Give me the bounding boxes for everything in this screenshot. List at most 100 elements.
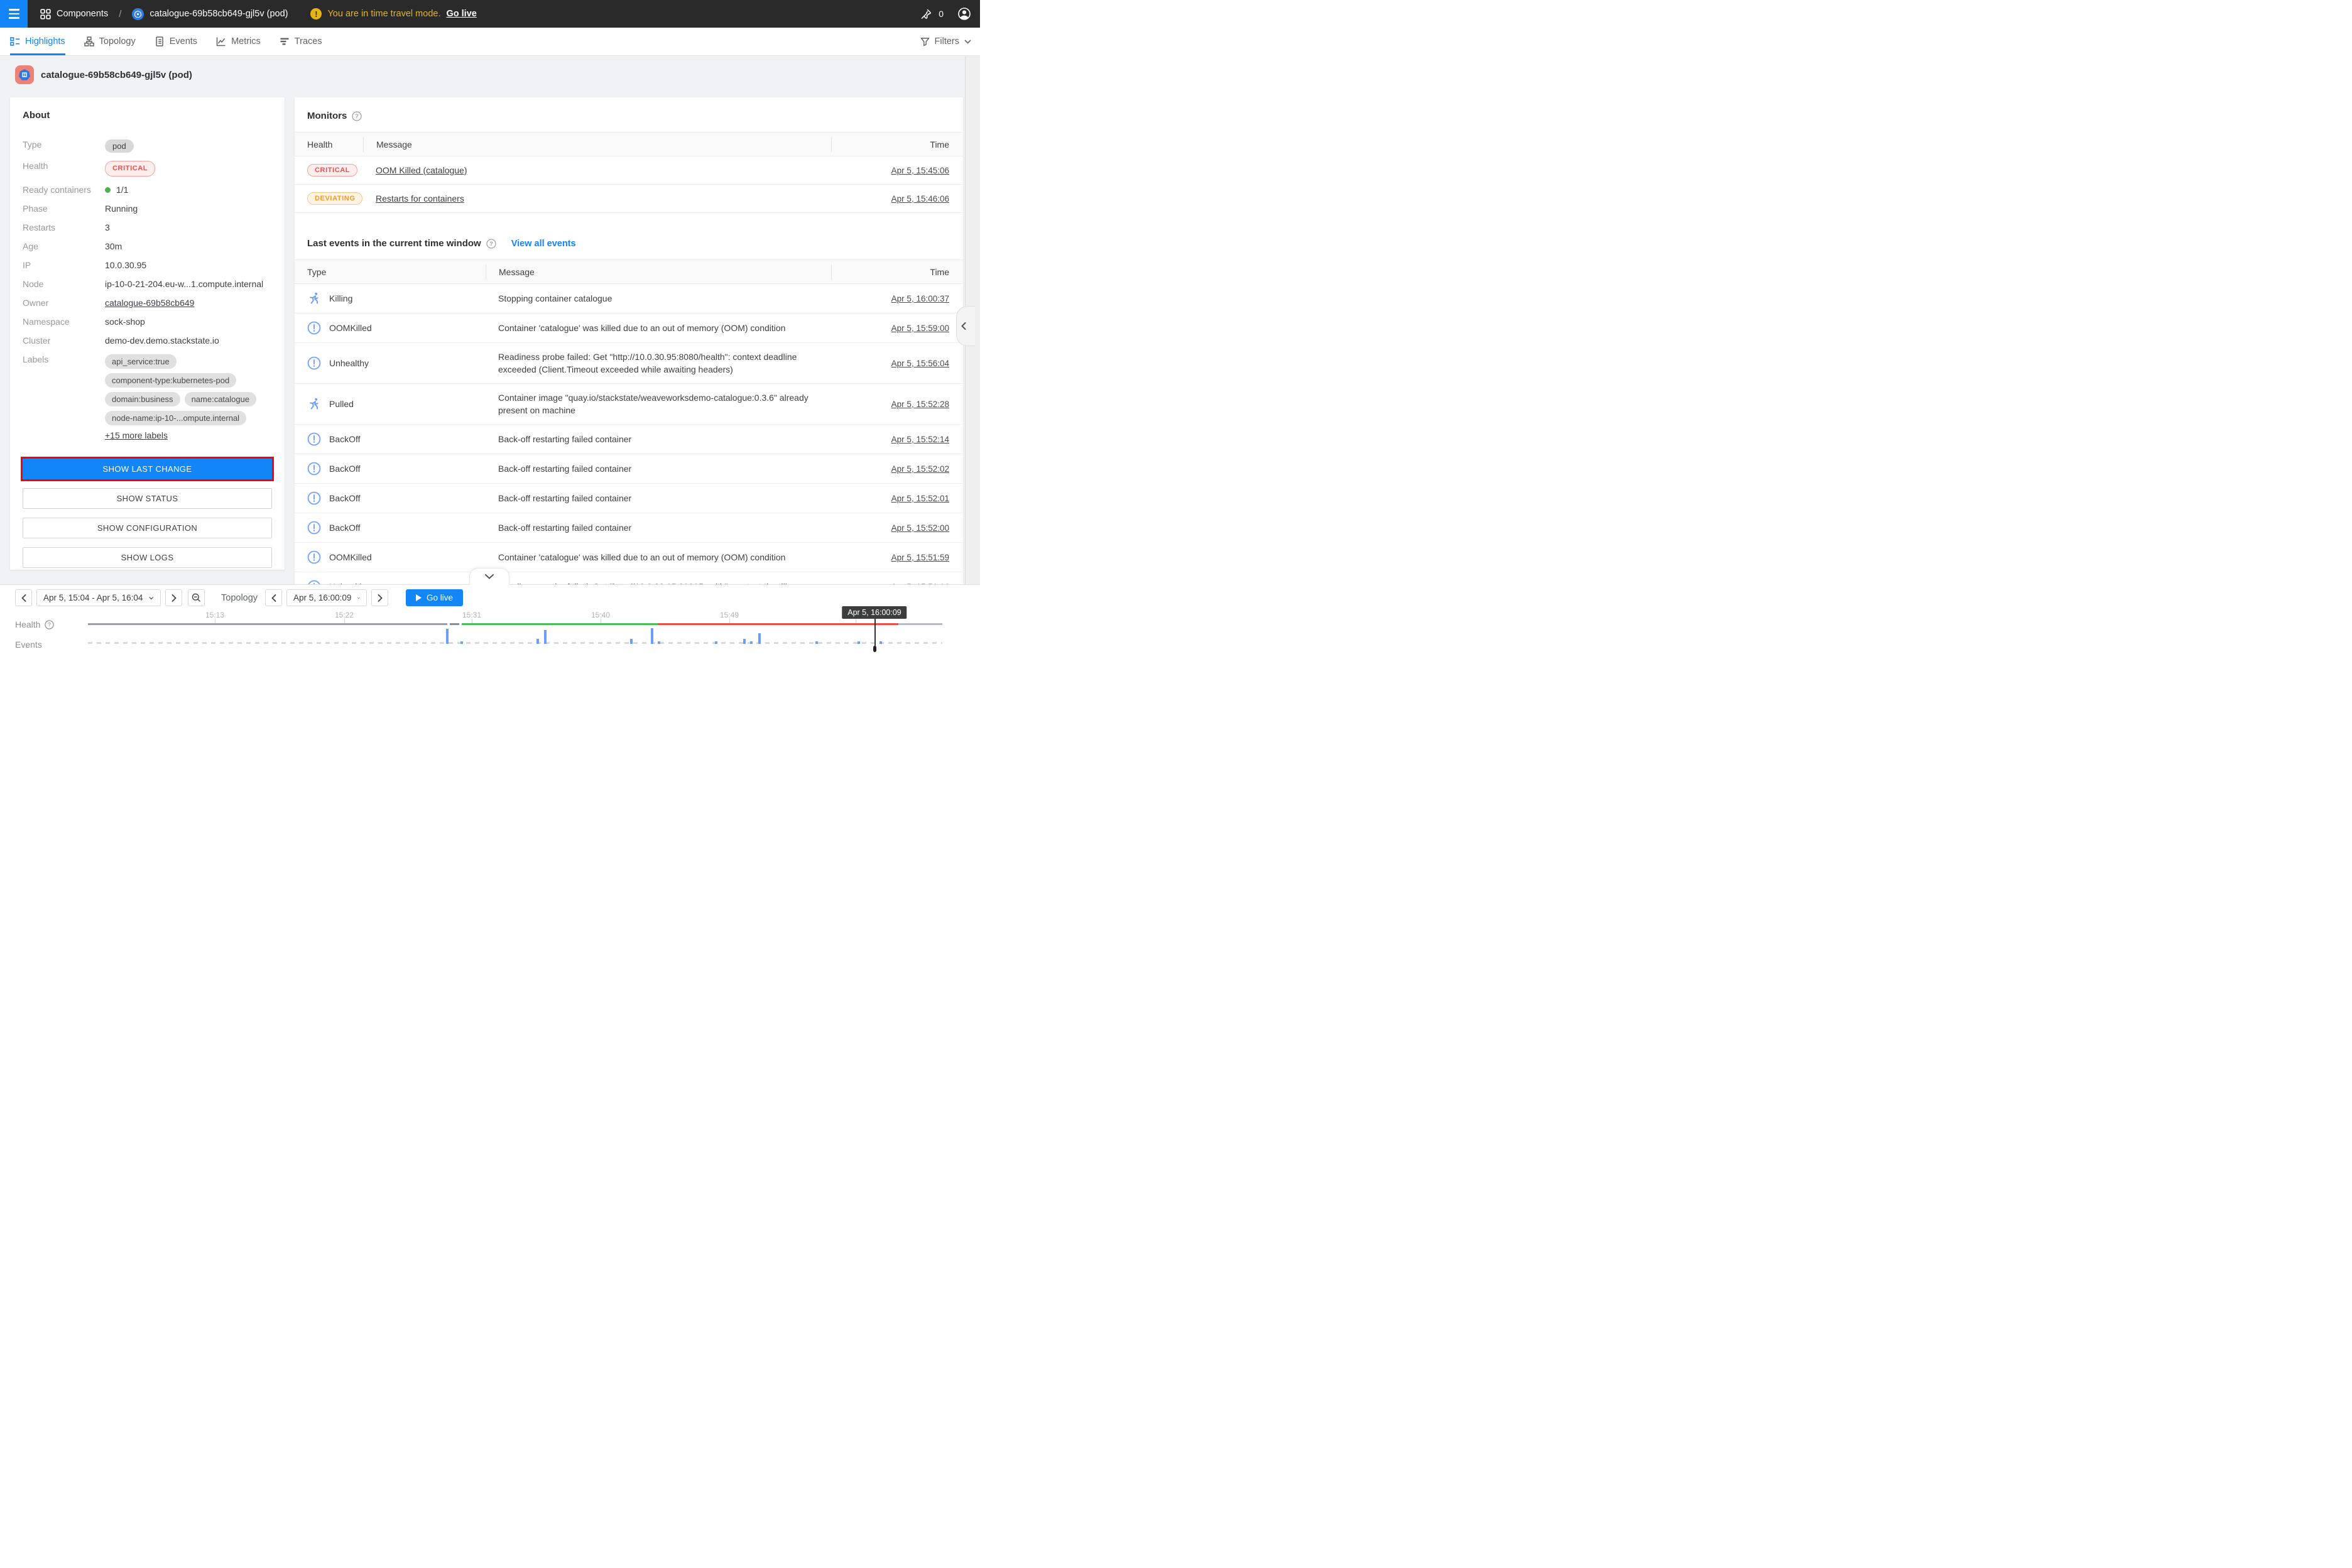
event-histogram-bar xyxy=(750,641,753,644)
current-time-marker[interactable] xyxy=(874,618,876,650)
tab-highlights[interactable]: Highlights xyxy=(10,28,65,55)
event-time-link[interactable]: Apr 5, 15:52:00 xyxy=(891,523,949,533)
breadcrumb-components[interactable]: Components xyxy=(57,9,108,19)
event-row: BackOff Back-off restarting failed conta… xyxy=(295,513,963,543)
label-pill: api_service:true xyxy=(105,354,177,369)
monitors-heading: Monitors xyxy=(307,111,347,121)
event-time-link[interactable]: Apr 5, 15:52:01 xyxy=(891,494,949,503)
event-histogram-bar xyxy=(460,641,463,644)
event-time-link[interactable]: Apr 5, 15:59:00 xyxy=(891,324,949,333)
events-timeline[interactable] xyxy=(0,585,980,653)
event-histogram-bar xyxy=(743,639,746,644)
field-label: Type xyxy=(23,139,105,150)
tab-metrics[interactable]: Metrics xyxy=(216,28,261,55)
event-type-label: Killing xyxy=(329,292,352,305)
running-icon xyxy=(307,397,321,411)
event-histogram-bar xyxy=(879,641,882,644)
monitor-row: DEVIATING Restarts for containers Apr 5,… xyxy=(295,185,963,213)
events-heading: Last events in the current time window xyxy=(307,238,481,249)
event-type-icon xyxy=(307,356,321,370)
event-type-icon xyxy=(307,321,321,335)
about-heading: About xyxy=(23,110,272,121)
event-time-link[interactable]: Apr 5, 15:52:14 xyxy=(891,435,949,444)
monitor-time-link[interactable]: Apr 5, 15:45:06 xyxy=(891,166,949,175)
event-time-link[interactable]: Apr 5, 15:56:04 xyxy=(891,359,949,368)
event-histogram-bar xyxy=(446,629,449,644)
tab-events[interactable]: Events xyxy=(155,28,197,55)
ip-value: 10.0.30.95 xyxy=(105,260,146,271)
show-logs-button[interactable]: SHOW LOGS xyxy=(23,547,272,568)
column-header-time: Time xyxy=(831,264,963,280)
event-time-link[interactable]: Apr 5, 15:51:59 xyxy=(891,553,949,562)
app-root: Components / catalogue-69b58cb649-gjl5v … xyxy=(0,0,980,653)
topology-icon xyxy=(84,36,94,46)
event-row: Pulled Container image "quay.io/stacksta… xyxy=(295,384,963,425)
ready-status-dot xyxy=(105,187,111,193)
event-histogram-bar xyxy=(715,641,717,644)
event-time-link[interactable]: Apr 5, 16:00:37 xyxy=(891,294,949,303)
event-row: BackOff Back-off restarting failed conta… xyxy=(295,484,963,513)
monitors-table-header: Health Message Time xyxy=(295,132,963,156)
filters-button[interactable]: Filters xyxy=(920,36,971,46)
metrics-icon xyxy=(216,36,226,46)
type-pill: pod xyxy=(105,139,134,153)
highlights-icon xyxy=(10,36,20,46)
event-histogram-bar xyxy=(858,641,860,644)
event-message: Readiness probe failed: Get "http://10.0… xyxy=(486,351,831,376)
hamburger-menu-icon[interactable] xyxy=(0,0,28,28)
show-status-button[interactable]: SHOW STATUS xyxy=(23,488,272,509)
current-time-marker-handle[interactable] xyxy=(873,646,876,652)
breadcrumb-entity[interactable]: catalogue-69b58cb649-gjl5v (pod) xyxy=(150,9,288,19)
monitors-help-icon[interactable]: ? xyxy=(352,111,362,121)
owner-link[interactable]: catalogue-69b58cb649 xyxy=(105,298,194,308)
age-value: 30m xyxy=(105,241,122,252)
event-type-label: Pulled xyxy=(329,398,354,410)
expand-right-panel-button[interactable] xyxy=(956,306,975,346)
event-type-icon xyxy=(307,432,321,446)
alert-circle-icon xyxy=(307,521,321,535)
more-labels-link[interactable]: +15 more labels xyxy=(105,430,168,440)
event-histogram-bar xyxy=(651,628,653,644)
alert-circle-icon xyxy=(307,550,321,564)
right-panel-collapsed xyxy=(965,56,980,584)
tab-traces[interactable]: Traces xyxy=(280,28,322,55)
monitor-link[interactable]: OOM Killed (catalogue) xyxy=(376,165,467,175)
events-help-icon[interactable]: ? xyxy=(486,239,496,249)
about-panel: About Type pod Health CRITICAL Ready con… xyxy=(10,97,285,570)
event-message: Back-off restarting failed container xyxy=(486,433,831,445)
event-type-icon xyxy=(307,397,321,411)
event-type-label: BackOff xyxy=(329,492,361,504)
collapse-timeline-button[interactable] xyxy=(469,568,509,585)
event-message: Back-off restarting failed container xyxy=(486,492,831,504)
field-label: IP xyxy=(23,260,105,270)
components-grid-icon xyxy=(40,9,51,19)
event-time-link[interactable]: Apr 5, 15:52:28 xyxy=(891,400,949,409)
show-configuration-button[interactable]: SHOW CONFIGURATION xyxy=(23,518,272,538)
pin-icon[interactable] xyxy=(920,8,932,20)
event-type-label: OOMKilled xyxy=(329,322,372,334)
field-label: Phase xyxy=(23,204,105,214)
tab-topology[interactable]: Topology xyxy=(84,28,136,55)
field-label: Namespace xyxy=(23,317,105,327)
monitor-time-link[interactable]: Apr 5, 15:46:06 xyxy=(891,194,949,204)
event-time-link[interactable]: Apr 5, 15:52:02 xyxy=(891,464,949,474)
pod-entity-icon xyxy=(15,65,34,84)
column-header-message: Message xyxy=(363,137,831,152)
user-avatar[interactable] xyxy=(957,7,971,21)
event-type-label: Unhealthy xyxy=(329,357,369,369)
view-all-events-link[interactable]: View all events xyxy=(511,239,576,249)
event-type-icon xyxy=(307,291,321,305)
chevron-down-icon xyxy=(964,40,971,44)
time-travel-warning-text: You are in time travel mode. xyxy=(327,9,440,19)
go-live-link[interactable]: Go live xyxy=(446,9,476,19)
alert-circle-icon xyxy=(307,356,321,370)
show-last-change-button[interactable]: SHOW LAST CHANGE xyxy=(23,459,272,479)
monitor-health-badge: DEVIATING xyxy=(307,192,362,205)
event-type-label: OOMKilled xyxy=(329,551,372,564)
svg-text:?: ? xyxy=(489,241,493,248)
alert-circle-icon xyxy=(307,491,321,505)
ready-value: 1/1 xyxy=(116,185,128,195)
monitor-link[interactable]: Restarts for containers xyxy=(376,193,464,204)
traces-icon xyxy=(280,36,290,46)
event-type-label: BackOff xyxy=(329,433,361,445)
